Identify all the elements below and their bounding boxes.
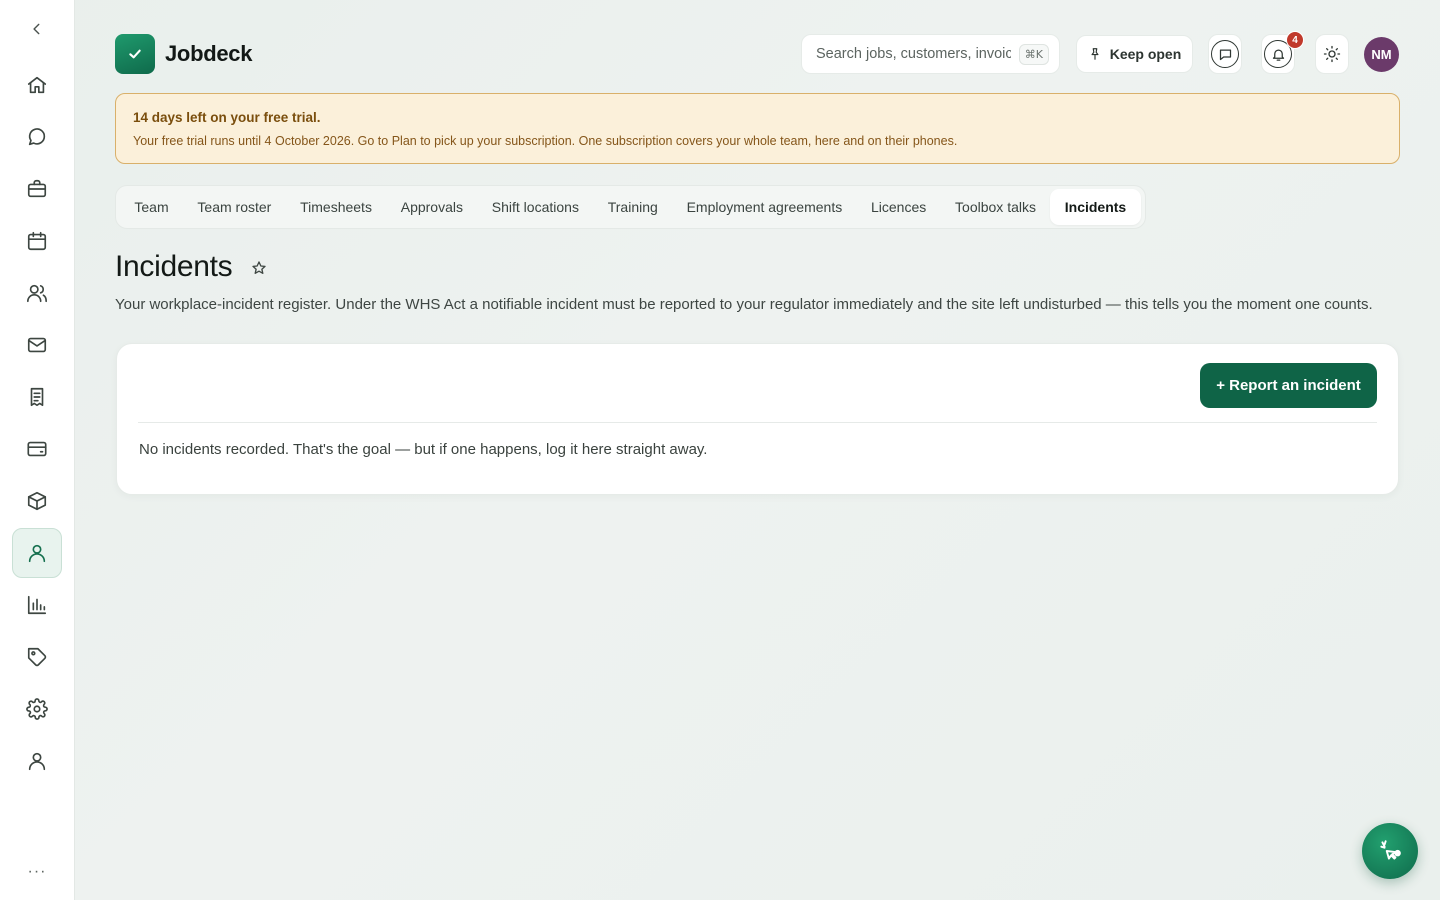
sidebar-item-jobs[interactable]	[12, 164, 62, 214]
users-icon	[27, 284, 47, 303]
mail-icon	[27, 337, 47, 353]
sidebar-item-messages[interactable]	[12, 112, 62, 162]
page-title: Incidents	[115, 250, 233, 283]
search-shortcut-hint: ⌘K	[1018, 43, 1049, 65]
assistant-fab[interactable]	[1362, 823, 1418, 879]
user-avatar[interactable]: NM	[1364, 37, 1399, 72]
sidebar-item-inventory[interactable]	[12, 476, 62, 526]
theme-toggle-button[interactable]	[1315, 34, 1349, 74]
notifications-badge: 4	[1286, 31, 1304, 49]
collapse-sidebar-button[interactable]	[25, 17, 49, 41]
chat-bubble-icon	[28, 128, 46, 146]
tab-shift-locations[interactable]: Shift locations	[477, 189, 593, 225]
incidents-card: + Report an incident No incidents record…	[116, 343, 1399, 495]
global-search: ⌘K	[801, 34, 1060, 74]
tab-timesheets[interactable]: Timesheets	[286, 189, 387, 225]
sidebar-item-mail[interactable]	[12, 320, 62, 370]
tab-team[interactable]: Team	[120, 189, 183, 225]
tab-team-roster[interactable]: Team roster	[183, 189, 286, 225]
tab-employment-agreements[interactable]: Employment agreements	[672, 189, 856, 225]
chat-ring	[1211, 40, 1239, 68]
favourite-button[interactable]	[249, 258, 269, 278]
card-divider	[138, 422, 1377, 423]
sidebar-item-customers[interactable]	[12, 268, 62, 318]
calendar-icon	[27, 231, 47, 251]
bar-chart-icon	[27, 595, 47, 615]
sidebar-item-account[interactable]	[12, 736, 62, 786]
trial-banner: 14 days left on your free trial. Your fr…	[115, 93, 1400, 164]
receipt-icon	[30, 387, 44, 407]
sun-icon	[1323, 45, 1341, 63]
trial-title: 14 days left on your free trial.	[133, 110, 321, 125]
pin-icon	[1091, 48, 1099, 60]
check-icon	[129, 49, 141, 59]
sidebar-item-pricing[interactable]	[12, 632, 62, 682]
sidebar-item-payments[interactable]	[12, 424, 62, 474]
page-description: Your workplace-incident register. Under …	[115, 296, 1373, 313]
tab-licences[interactable]: Licences	[857, 189, 941, 225]
keep-open-button[interactable]: Keep open	[1076, 35, 1193, 73]
briefcase-icon	[27, 179, 47, 198]
star-icon	[252, 261, 266, 274]
sidebar-item-reports[interactable]	[12, 580, 62, 630]
assistant-chat-icon	[1380, 840, 1401, 860]
tab-training[interactable]: Training	[593, 189, 672, 225]
home-icon	[27, 76, 47, 94]
app-name: Jobdeck	[165, 41, 253, 66]
empty-state-message: No incidents recorded. That's the goal —…	[139, 441, 708, 458]
sidebar-item-settings[interactable]	[12, 684, 62, 734]
team-tabs: Team Team roster Timesheets Approvals Sh…	[115, 185, 1146, 229]
box-icon	[27, 491, 47, 511]
tag-icon	[27, 647, 47, 667]
search-input[interactable]	[816, 46, 1011, 62]
gear-icon	[26, 698, 48, 720]
tab-approvals[interactable]: Approvals	[386, 189, 477, 225]
sidebar: ···	[0, 0, 75, 900]
sidebar-item-home[interactable]	[12, 60, 62, 110]
sidebar-item-calendar[interactable]	[12, 216, 62, 266]
chat-button[interactable]	[1208, 34, 1242, 74]
trial-body: Your free trial runs until 4 October 202…	[133, 134, 958, 148]
credit-card-icon	[27, 441, 47, 457]
sidebar-item-team[interactable]	[12, 528, 62, 578]
person-icon	[28, 544, 46, 563]
sidebar-more-button[interactable]: ···	[12, 858, 62, 886]
chevron-left-icon	[33, 23, 40, 35]
user-icon	[28, 752, 46, 771]
tab-toolbox-talks[interactable]: Toolbox talks	[941, 189, 1051, 225]
tab-incidents[interactable]: Incidents	[1050, 189, 1141, 225]
bell-icon	[1272, 49, 1284, 61]
app-logo[interactable]	[115, 34, 155, 74]
message-square-icon	[1219, 49, 1231, 60]
keep-open-label: Keep open	[1109, 46, 1182, 62]
report-incident-button[interactable]: + Report an incident	[1200, 363, 1377, 408]
sidebar-item-invoices[interactable]	[12, 372, 62, 422]
